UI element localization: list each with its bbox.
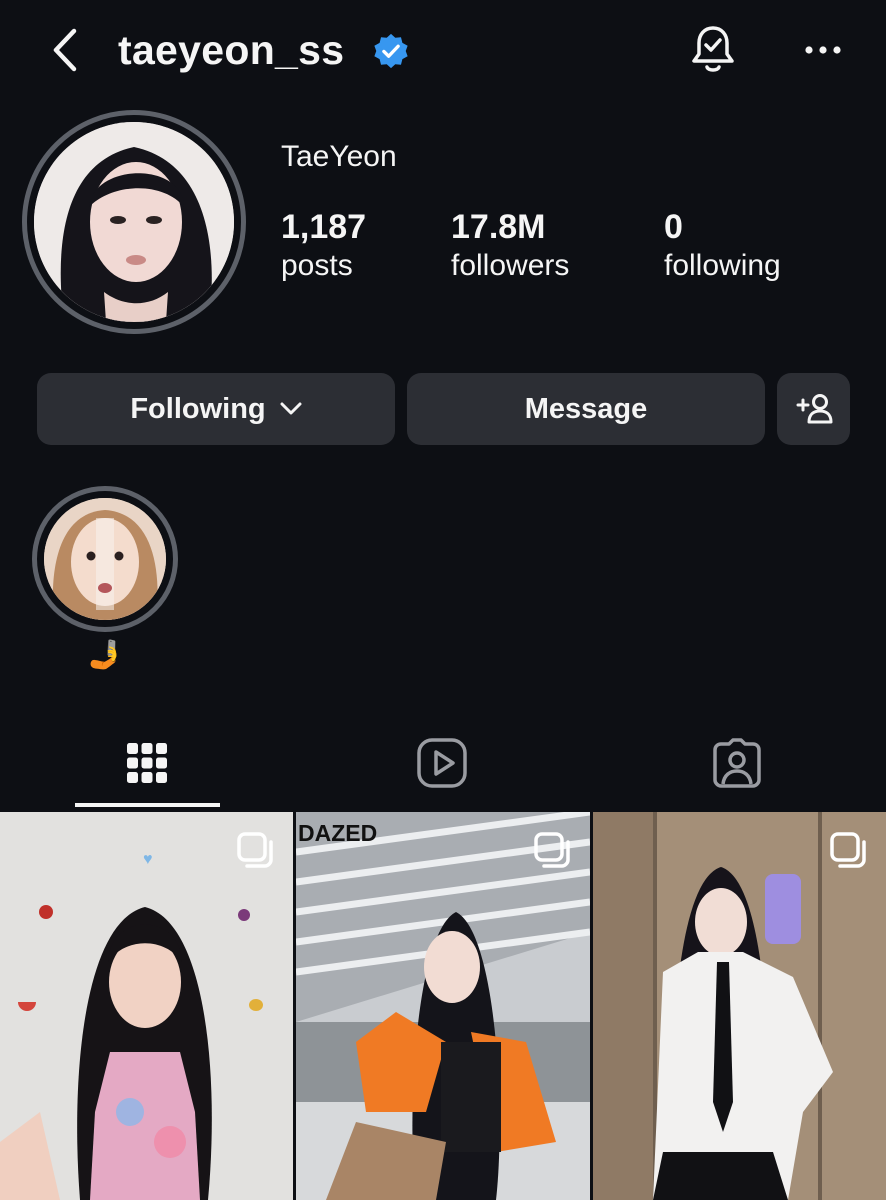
highlight-cover [44, 498, 166, 620]
carousel-icon [237, 832, 273, 868]
suggest-users-button[interactable] [777, 373, 850, 445]
highlight-label: 🤳 [87, 639, 123, 670]
following-stat[interactable]: 0 following [664, 206, 781, 284]
add-user-icon [796, 394, 832, 424]
following-button[interactable]: Following [37, 373, 395, 445]
bell-check-icon [692, 26, 734, 72]
avatar-photo [34, 122, 234, 322]
carousel-icon [534, 832, 570, 868]
followers-stat[interactable]: 17.8M followers [451, 206, 569, 284]
following-button-label: Following [130, 392, 266, 425]
notifications-button[interactable] [686, 22, 740, 78]
tab-posts-grid[interactable] [74, 720, 220, 806]
more-options-button[interactable] [800, 22, 846, 78]
following-label: following [664, 249, 781, 282]
followers-count: 17.8M [451, 208, 546, 246]
post-image: ♥ [0, 812, 293, 1200]
following-count: 0 [664, 208, 683, 246]
top-bar: taeyeon_ss [0, 0, 886, 100]
posts-label: posts [281, 249, 353, 282]
profile-avatar[interactable] [22, 110, 246, 334]
back-button[interactable] [40, 22, 90, 78]
message-button-label: Message [524, 392, 648, 425]
svg-text:♥: ♥ [143, 851, 153, 868]
tab-tagged[interactable] [664, 720, 810, 806]
story-highlight[interactable] [32, 486, 178, 632]
active-tab-indicator [75, 803, 220, 807]
posts-count: 1,187 [281, 208, 367, 246]
chevron-down-icon [280, 402, 302, 415]
post-thumbnail[interactable]: DAZED [296, 812, 590, 1200]
carousel-icon [830, 832, 866, 868]
verified-badge-icon [374, 33, 408, 69]
tab-reels[interactable] [369, 720, 515, 806]
more-horizontal-icon [805, 46, 841, 54]
post-thumbnail[interactable] [593, 812, 886, 1200]
posts-stat[interactable]: 1,187 posts [281, 206, 366, 284]
followers-label: followers [451, 249, 570, 282]
post-thumbnail[interactable]: ♥ [0, 812, 293, 1200]
post-image [296, 812, 590, 1200]
chevron-left-icon [53, 28, 77, 72]
reels-icon [417, 738, 467, 788]
magazine-logo: DAZED [298, 820, 378, 846]
profile-username: taeyeon_ss [118, 27, 345, 73]
grid-icon [127, 743, 167, 783]
message-button[interactable]: Message [407, 373, 765, 445]
profile-display-name: TaeYeon [281, 140, 397, 173]
tagged-icon [713, 738, 761, 788]
post-image [593, 812, 886, 1200]
